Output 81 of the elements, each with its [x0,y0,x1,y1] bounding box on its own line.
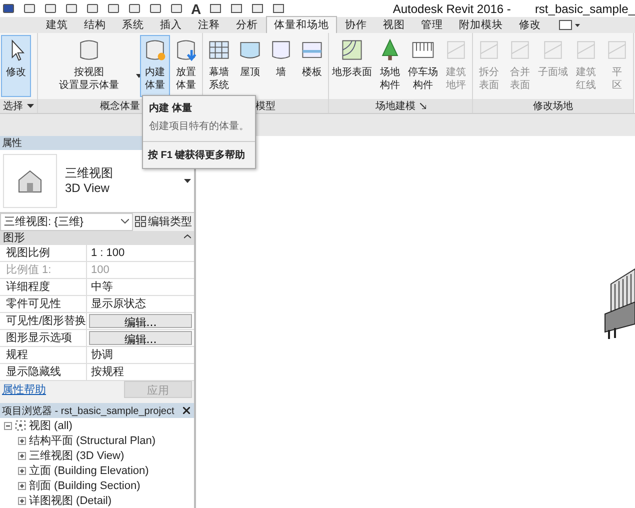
tree-item[interactable]: 详图视图 (Detail) [29,493,112,508]
help-link[interactable]: 属性帮助 [2,382,46,398]
property-value: 1 : 100 [90,246,126,260]
expand-icon[interactable] [18,482,26,490]
chevron-icon [121,219,129,224]
tree-item[interactable]: 视图 (all) [29,418,72,433]
ribbon-tab[interactable]: 系统 [114,16,152,33]
ribbon-button[interactable]: 墙 [266,35,296,97]
ribbon-tab[interactable]: 视图 [375,16,413,33]
app-menu-icon[interactable] [2,2,15,15]
panel-title: 模型 [256,100,276,113]
ribbon-button[interactable]: 停车场 构件 [406,35,440,97]
property-name: 零件可见性 [0,296,87,312]
ribbon-tab[interactable]: 协作 [337,16,375,33]
ribbon-button[interactable]: 放置 体量 [171,35,201,97]
type-subtitle: 3D View [65,180,110,196]
property-value: 中等 [90,280,114,294]
ribbon-tab[interactable]: 建筑 [38,16,76,33]
property-name: 视图比例 [0,244,87,260]
house-icon [16,168,44,194]
tooltip-help: 按 F1 键获得更多帮助 [143,141,255,168]
edit-button[interactable]: 编辑... [89,330,192,344]
file-name: rst_basic_sample_ [534,2,635,16]
text-tool[interactable]: A [191,0,202,16]
ribbon-button[interactable]: 楼板 [297,35,327,97]
expand-icon[interactable] [18,466,26,474]
ribbon-tab[interactable]: 注释 [190,16,228,33]
tree-item[interactable]: 结构平面 (Structural Plan) [29,433,156,448]
edit-type-button[interactable]: 编辑类型 [135,214,194,229]
ribbon-tab[interactable]: 分析 [228,16,266,33]
property-name: 比例值 1: [0,262,87,278]
panel-title: 概念体量 [100,100,140,113]
ribbon-button[interactable]: 幕墙 系统 [204,35,234,97]
panel-title: 场地建模 [376,100,416,113]
ribbon-button[interactable]: 按视图 设置显示体量 [39,35,139,97]
close-icon[interactable] [183,407,190,414]
tooltip-title: 内建 体量 [148,102,193,116]
ribbon-button[interactable]: 场地 构件 [375,35,405,97]
expand-icon[interactable] [18,496,26,504]
view-icon [15,420,26,431]
tree-item[interactable]: 三维视图 (3D View) [29,448,124,463]
property-value: 按规程 [90,364,125,380]
collapse-icon[interactable] [4,422,12,430]
ribbon-button[interactable]: 内建 体量 [140,35,170,97]
ribbon-tab[interactable]: 体量和场地 [266,16,337,33]
property-value: 协调 [90,348,114,362]
property-name: 规程 [0,346,87,362]
ribbon-tab[interactable]: 附加模块 [451,16,511,33]
ribbon-tab[interactable]: 插入 [152,16,190,33]
view-dropdown[interactable]: 三维视图: {三维} [0,212,133,230]
ribbon-button[interactable]: 屋顶 [235,35,265,97]
ribbon-tab[interactable]: 管理 [413,16,451,33]
ribbon-button[interactable]: 修改 [1,35,31,97]
property-name: 详细程度 [0,278,87,294]
collapse-icon[interactable] [184,234,191,241]
tree-item[interactable]: 立面 (Building Elevation) [29,463,149,478]
property-name: 可见性/图形替换 [0,312,87,328]
ribbon-tab[interactable]: 修改 [511,16,549,33]
property-value: 100 [90,262,110,278]
edit-button[interactable]: 编辑... [89,314,192,328]
tree-item[interactable]: 剖面 (Building Section) [29,478,140,493]
panel-title: 选择 [3,100,23,113]
expand-icon[interactable] [18,452,26,460]
panel-title: 修改场地 [533,100,573,113]
launcher-icon[interactable] [420,103,426,109]
caret-icon [27,104,34,108]
tooltip-description: 创建项目特有的体量。 [148,120,250,134]
property-value: 显示原状态 [90,296,147,312]
panel-toggle-icon[interactable] [559,20,581,30]
window-title: Autodesk Revit 2016 - [392,2,511,16]
group-title: 图形 [3,231,25,245]
expand-icon[interactable] [18,436,26,444]
type-name: 三维视图 [65,166,114,181]
property-name: 图形显示选项 [0,330,87,346]
caret-icon [184,178,191,183]
ribbon-tab[interactable]: 结构 [76,16,114,33]
ribbon-button[interactable]: 地形表面 [330,35,374,97]
property-name: 显示隐藏线 [0,364,87,380]
grid-icon [135,216,146,227]
group-header[interactable]: 图形 [0,230,194,244]
browser-title: 项目浏览器 - rst_basic_sample_project [2,404,174,418]
